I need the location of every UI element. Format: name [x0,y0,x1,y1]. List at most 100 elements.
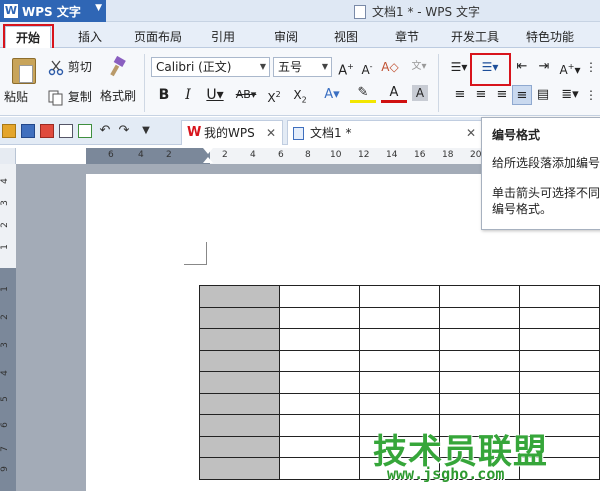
increase-indent-icon[interactable]: ⇥ [534,57,554,77]
superscript-icon[interactable]: X2 [264,85,284,105]
align-center-icon[interactable]: ≡ [471,85,491,105]
table-cell-shaded[interactable] [199,285,280,308]
table-cell-shaded[interactable] [199,435,280,458]
customize-qa-chevron-icon[interactable]: ▼ [139,124,153,138]
redo-icon[interactable]: ↷ [117,124,131,138]
grow-font-icon[interactable]: A+ [336,57,356,78]
export-pdf-icon[interactable] [40,124,54,138]
table-cell[interactable] [279,349,360,372]
font-name-select[interactable]: Calibri (正文) ▼ [151,57,270,77]
tab-section[interactable]: 章节 [384,26,430,48]
close-icon[interactable]: ✕ [266,121,276,145]
table-cell[interactable] [439,349,520,372]
ruler-tick: 16 [414,150,426,160]
paste-button[interactable]: 粘贴 [4,56,44,114]
font-size-select[interactable]: 五号 ▼ [273,57,332,77]
vertical-ruler[interactable]: 4 3 2 1 1 2 3 4 5 6 7 9 [0,164,16,491]
table-cell[interactable] [439,285,520,308]
table-cell[interactable] [519,328,600,351]
cut-button[interactable]: 剪切 [48,58,92,76]
phonetic-guide-icon[interactable]: 文▾ [406,57,432,77]
underline-icon[interactable]: U▾ [202,85,228,105]
table-cell-shaded[interactable] [199,392,280,415]
doc-tab-document1[interactable]: 文档1 * ✕ [287,120,483,145]
table-cell[interactable] [519,371,600,394]
align-left-icon[interactable]: ≡ [450,85,470,105]
table-cell[interactable] [359,371,440,394]
table-cell-shaded[interactable] [199,371,280,394]
table-cell[interactable] [519,349,600,372]
more-icon[interactable]: ⋮ [584,57,598,77]
bullets-icon[interactable]: ☰▾ [446,57,472,77]
table-cell[interactable] [279,306,360,329]
clear-format-icon[interactable]: A◇ [380,57,400,77]
table-cell[interactable] [279,414,360,437]
table-cell-shaded[interactable] [199,457,280,480]
tooltip-text-line: 编号格式。 [492,202,553,216]
ruler-tick: 4 [138,150,144,160]
decrease-indent-icon[interactable]: ⇤ [512,57,532,77]
table-cell[interactable] [439,371,520,394]
change-case-icon[interactable]: A+▾ [558,57,582,77]
bold-icon[interactable]: B [154,85,174,105]
app-menu-button[interactable]: W WPS 文字 ▼ [0,0,106,22]
tab-developer[interactable]: 开发工具 [445,26,505,48]
highlight-color-icon[interactable]: ✎ [350,85,376,103]
table-cell[interactable] [279,371,360,394]
more-icon[interactable]: ⋮ [584,85,598,105]
table-cell[interactable] [279,328,360,351]
first-line-indent-marker[interactable] [203,148,213,154]
tab-home[interactable]: 开始 [5,26,51,48]
copy-button[interactable]: 复制 [48,88,92,106]
close-icon[interactable]: ✕ [466,121,476,145]
table-cell[interactable] [359,306,440,329]
tab-review[interactable]: 审阅 [263,26,309,48]
subscript-icon[interactable]: X2 [290,85,310,105]
strikethrough-icon[interactable]: AB▾ [233,85,259,105]
line-spacing-icon[interactable]: ≣▾ [558,85,582,105]
table-cell[interactable] [279,392,360,415]
table-cell[interactable] [359,392,440,415]
ruler-tick: 2 [222,150,228,160]
table-cell[interactable] [279,457,360,480]
copy-label: 复制 [67,90,92,104]
table-cell[interactable] [359,328,440,351]
table-cell[interactable] [519,392,600,415]
table-cell[interactable] [359,285,440,308]
align-right-icon[interactable]: ≡ [492,85,512,105]
table-cell-shaded[interactable] [199,306,280,329]
distributed-icon[interactable]: ▤ [533,85,553,105]
table-cell[interactable] [439,392,520,415]
tab-references[interactable]: 引用 [200,26,246,48]
table-cell[interactable] [439,306,520,329]
justify-icon[interactable]: ≡ [512,85,532,105]
save-icon[interactable] [21,124,35,138]
print-icon[interactable] [59,124,73,138]
table-cell[interactable] [519,306,600,329]
text-effect-icon[interactable]: A▾ [319,85,345,105]
table-cell-shaded[interactable] [199,328,280,351]
table-cell-shaded[interactable] [199,414,280,437]
table-cell[interactable] [439,328,520,351]
hanging-indent-marker[interactable] [203,157,213,163]
table-cell[interactable] [279,435,360,458]
undo-icon[interactable]: ↶ [98,124,112,138]
open-folder-icon[interactable] [2,124,16,138]
table-cell[interactable] [519,285,600,308]
ruler-corner-button[interactable] [0,148,16,164]
numbering-icon[interactable]: ☰▾ [474,57,506,77]
tab-special-features[interactable]: 特色功能 [517,26,583,48]
table-cell-shaded[interactable] [199,349,280,372]
print-preview-icon[interactable] [78,124,92,138]
format-painter-button[interactable]: 格式刷 [98,55,138,104]
tab-insert[interactable]: 插入 [68,26,112,48]
table-cell[interactable] [279,285,360,308]
italic-icon[interactable]: I [178,85,198,105]
tab-view[interactable]: 视图 [323,26,369,48]
table-cell[interactable] [359,349,440,372]
tab-page-layout[interactable]: 页面布局 [128,26,188,48]
font-color-icon[interactable]: A [381,85,407,103]
char-shading-icon[interactable]: A [412,85,428,101]
doc-tab-my-wps[interactable]: W 我的WPS ✕ [181,120,283,145]
shrink-font-icon[interactable]: A- [357,57,377,77]
